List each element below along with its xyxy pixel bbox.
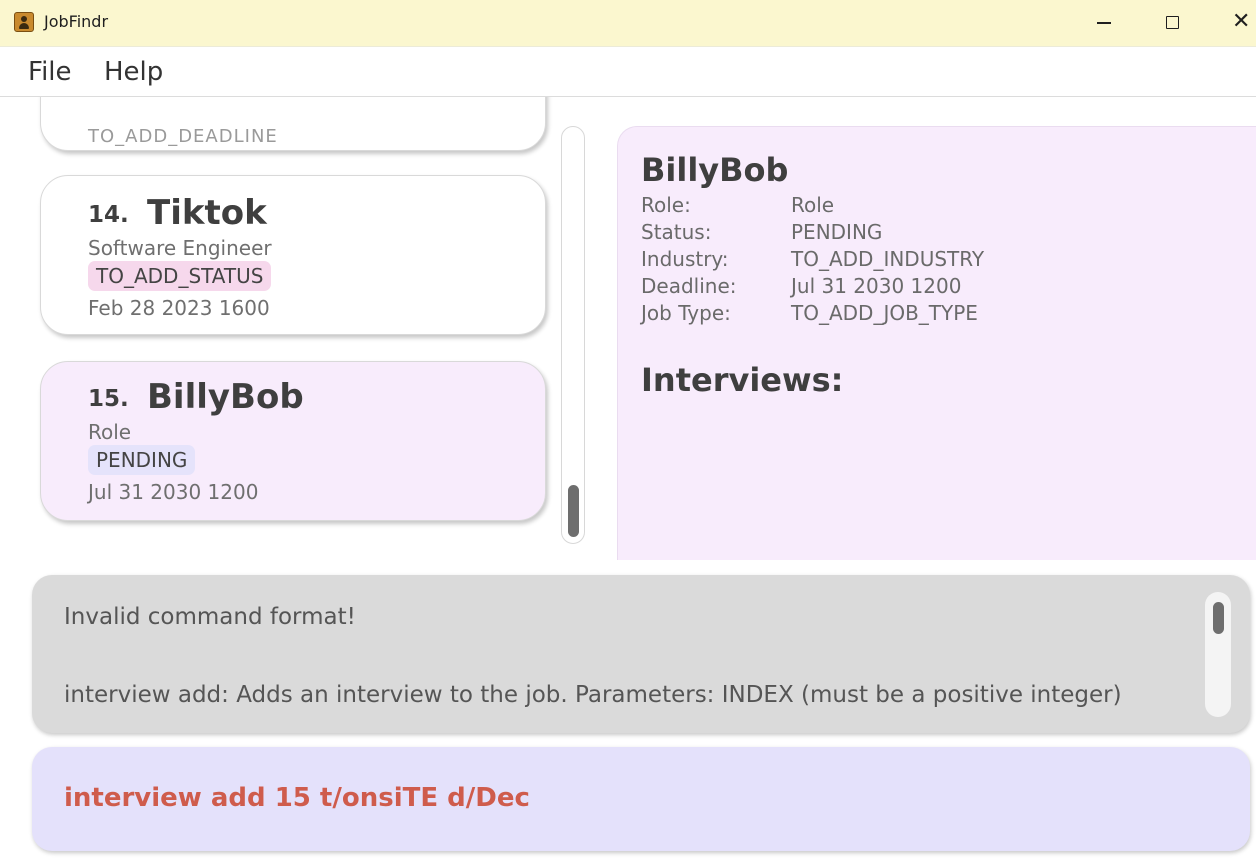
- job-card-status-badge: TO_ADD_STATUS: [88, 261, 272, 291]
- job-card-index: 15.: [88, 386, 129, 412]
- job-card-role: Software Engineer: [88, 236, 272, 260]
- job-card-status-badge: PENDING: [88, 445, 196, 475]
- result-display: Invalid command format! interview add: A…: [32, 575, 1250, 733]
- menu-bar: File Help: [0, 47, 1256, 97]
- job-detail-panel: BillyBob Role: Role Status: PENDING Indu…: [617, 126, 1256, 560]
- detail-label: Industry:: [641, 247, 729, 271]
- result-scroll-thumb[interactable]: [1213, 602, 1224, 634]
- detail-value: PENDING: [791, 220, 883, 244]
- close-icon: ✕: [1232, 9, 1251, 34]
- minimize-button[interactable]: [1070, 0, 1138, 46]
- detail-label: Role:: [641, 193, 691, 217]
- maximize-button[interactable]: [1139, 0, 1207, 46]
- detail-label: Job Type:: [641, 301, 731, 325]
- detail-value: TO_ADD_JOB_TYPE: [791, 301, 978, 325]
- job-card-selected[interactable]: 15. BillyBob Role PENDING Jul 31 2030 12…: [40, 361, 546, 521]
- command-input[interactable]: interview add 15 t/onsiTE d/Dec: [64, 783, 530, 813]
- menu-help[interactable]: Help: [104, 57, 163, 87]
- result-message-title: Invalid command format!: [64, 604, 356, 630]
- job-card[interactable]: 14. Tiktok Software Engineer TO_ADD_STAT…: [40, 175, 546, 335]
- close-button[interactable]: ✕: [1208, 0, 1256, 46]
- detail-label: Status:: [641, 220, 712, 244]
- command-input-box[interactable]: interview add 15 t/onsiTE d/Dec: [32, 747, 1250, 851]
- job-list-scroll-thumb[interactable]: [568, 485, 579, 537]
- detail-company-name: BillyBob: [641, 151, 789, 189]
- maximize-icon: [1166, 16, 1179, 29]
- job-card-deadline: Jul 31 2030 1200: [88, 480, 259, 504]
- detail-value: Role: [791, 193, 835, 217]
- menu-file[interactable]: File: [28, 57, 72, 87]
- minimize-icon: [1097, 22, 1111, 24]
- result-message-usage: interview add: Adds an interview to the …: [64, 682, 1122, 708]
- result-scrollbar[interactable]: [1205, 592, 1231, 717]
- job-card-role: Role: [88, 420, 132, 444]
- detail-value: Jul 31 2030 1200: [791, 274, 962, 298]
- job-card-company: BillyBob: [147, 377, 304, 417]
- job-card-partial[interactable]: TO_ADD_DEADLINE: [40, 97, 546, 151]
- detail-value: TO_ADD_INDUSTRY: [791, 247, 985, 271]
- job-card-deadline: Feb 28 2023 1600: [88, 296, 270, 320]
- job-card-partial-text: TO_ADD_DEADLINE: [88, 126, 278, 147]
- job-list-scrollbar[interactable]: [561, 126, 585, 544]
- job-card-index: 14.: [88, 202, 129, 228]
- app-icon: [14, 12, 34, 32]
- job-card-company: Tiktok: [147, 193, 267, 233]
- window-title: JobFindr: [44, 12, 109, 31]
- job-list[interactable]: TO_ADD_DEADLINE 14. Tiktok Software Engi…: [0, 97, 560, 557]
- title-bar: JobFindr ✕: [0, 0, 1256, 47]
- interviews-heading: Interviews:: [641, 361, 844, 399]
- detail-label: Deadline:: [641, 274, 737, 298]
